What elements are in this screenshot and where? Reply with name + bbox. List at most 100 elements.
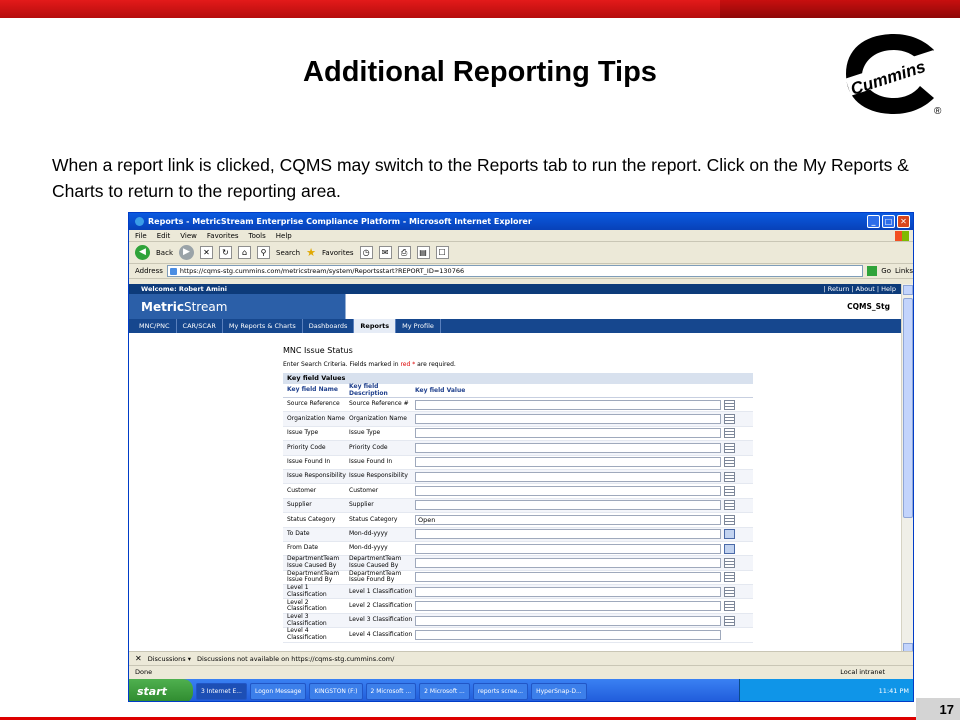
page-viewport: Welcome: Robert Amini | Return | About |… [129,284,902,654]
key-field-value-input[interactable] [415,471,721,482]
key-field-description: Mon-dd-yyyy [349,529,388,537]
favorites-button-label[interactable]: Favorites [322,249,354,257]
go-arrow-icon[interactable] [867,266,878,276]
tab-reports[interactable]: Reports [354,319,397,333]
scroll-thumb[interactable] [903,298,913,518]
mail-icon[interactable]: ✉ [378,246,392,259]
minimize-button[interactable]: _ [867,215,880,228]
tab-my-profile[interactable]: My Profile [396,319,441,333]
key-field-rows: Source Reference Source Reference # Organi… [283,398,753,643]
go-button-label[interactable]: Go [881,267,891,275]
key-field-value-input[interactable] [415,543,721,554]
slide-body-text: When a report link is clicked, CQMS may … [52,155,909,201]
taskbar-item[interactable]: 2 Microsoft ... [365,682,417,700]
list-picker-icon[interactable] [724,457,735,468]
list-picker-icon[interactable] [724,399,735,410]
key-field-value-input[interactable] [415,601,721,612]
maximize-button[interactable]: □ [882,215,895,228]
list-picker-icon[interactable] [724,557,735,568]
list-picker-icon[interactable] [724,572,735,583]
taskbar-item[interactable]: Logon Message [249,682,307,700]
table-row: From Date Mon-dd-yyyy [283,542,753,557]
key-field-value-input[interactable] [415,557,721,568]
forward-arrow-icon[interactable]: ▶ [179,245,194,260]
menu-tools[interactable]: Tools [249,232,266,240]
back-arrow-icon[interactable]: ◀ [135,245,150,260]
top-accent-stripe [0,0,960,18]
key-field-value-input[interactable] [415,586,721,597]
list-picker-icon[interactable] [724,514,735,525]
stop-icon[interactable]: ✕ [200,246,213,259]
calendar-icon[interactable] [724,543,735,554]
list-picker-icon[interactable] [724,500,735,511]
list-picker-icon[interactable] [724,442,735,453]
scroll-up-button[interactable] [903,285,913,295]
list-picker-icon[interactable] [724,414,735,425]
window-title: Reports - MetricStream Enterprise Compli… [148,217,532,226]
menu-file[interactable]: File [135,232,147,240]
key-field-description: Level 4 Classification [349,630,413,638]
menu-favorites[interactable]: Favorites [207,232,239,240]
list-picker-icon[interactable] [724,486,735,497]
search-icon[interactable]: ⚲ [257,246,270,259]
key-field-value-input[interactable] [415,572,721,583]
key-field-description: Issue Found In [349,458,393,465]
tab-mnc-pnc[interactable]: MNC/PNC [133,319,177,333]
list-picker-icon[interactable] [724,471,735,482]
taskbar-item[interactable]: 2 Microsoft ... [419,682,470,700]
search-button-label[interactable]: Search [276,249,300,257]
back-button-label[interactable]: Back [156,249,173,257]
list-picker-icon[interactable] [724,586,735,597]
key-field-value-input[interactable] [415,486,721,497]
key-field-value-input[interactable] [415,414,721,425]
messenger-icon[interactable]: ☐ [435,246,449,259]
key-field-value-input[interactable] [415,615,721,626]
vertical-scrollbar[interactable] [901,284,913,654]
favorites-star-icon[interactable]: ★ [306,246,316,259]
list-picker-icon[interactable] [724,615,735,626]
menu-bar: File Edit View Favorites Tools Help [129,230,913,242]
tab-car-scar[interactable]: CAR/SCAR [177,319,223,333]
key-field-value-input[interactable] [415,457,721,468]
key-field-name: Status Category [287,515,336,523]
key-field-value-input[interactable] [415,399,721,410]
key-field-value-input[interactable] [415,629,721,640]
key-field-value-input[interactable] [415,442,721,453]
edit-icon[interactable]: ▤ [416,246,430,259]
key-field-value-input[interactable] [415,428,721,439]
taskbar-item[interactable]: KINGSTON (F:) [309,682,363,700]
tab-dashboards[interactable]: Dashboards [303,319,355,333]
address-input[interactable]: https://cqms-stg.cummins.com/metricstrea… [166,265,864,277]
key-field-value-input[interactable]: Open [415,514,721,525]
menu-view[interactable]: View [180,232,197,240]
start-button[interactable]: start [129,679,193,701]
table-row: Level 2 Classification Level 2 Classifica… [283,599,753,614]
key-field-description: Level 1 Classification [349,587,413,595]
close-discussions-icon[interactable]: ✕ [135,654,142,663]
key-field-value-input[interactable] [415,529,721,540]
key-field-description: Supplier [349,501,374,509]
refresh-icon[interactable]: ↻ [219,246,232,259]
key-field-value-input[interactable] [415,500,721,511]
cummins-logo: Cummins ® [838,30,946,118]
calendar-icon[interactable] [724,529,735,540]
menu-help[interactable]: Help [276,232,292,240]
list-picker-icon[interactable] [724,428,735,439]
tab-my-reports-charts[interactable]: My Reports & Charts [223,319,303,333]
taskbar-item[interactable]: reports scree... [472,682,529,700]
key-field-description: DepartmentTeam Issue Found By [349,569,402,584]
close-button[interactable]: ✕ [897,215,910,228]
links-label[interactable]: Links [895,267,913,275]
taskbar-item[interactable]: HyperSnap-D... [531,682,587,700]
list-picker-icon[interactable] [724,601,735,612]
top-links[interactable]: | Return | About | Help [823,285,896,293]
history-icon[interactable]: ◷ [359,246,373,259]
table-row: DepartmentTeam Issue Caused By Department… [283,556,753,571]
taskbar-item[interactable]: 3 Internet E... [196,682,247,700]
home-icon[interactable]: ⌂ [238,246,251,259]
window-titlebar[interactable]: Reports - MetricStream Enterprise Compli… [129,213,913,230]
menu-edit[interactable]: Edit [157,232,171,240]
col-key-field-name: Key field Name [287,386,338,394]
discussions-button[interactable]: Discussions ▾ [148,655,191,663]
print-icon[interactable]: ⎙ [397,246,411,259]
